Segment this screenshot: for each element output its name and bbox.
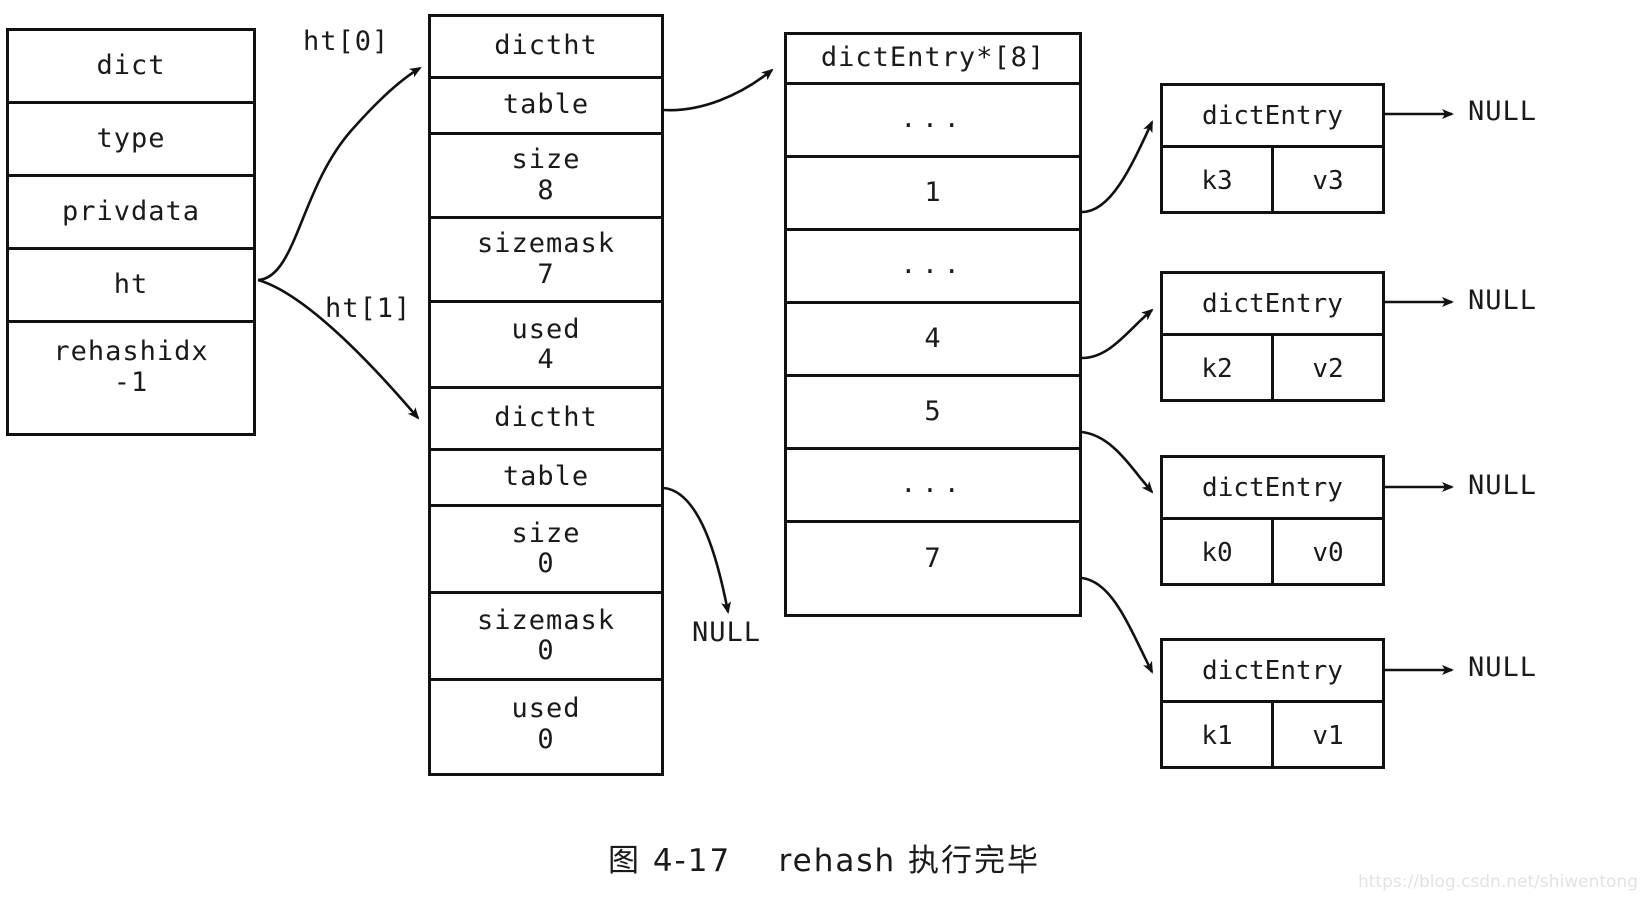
entry-next-null-label: NULL <box>1468 285 1538 316</box>
dictht0-field-used-value: 4 <box>537 344 555 375</box>
dict-field-rehashidx-value: -1 <box>113 366 149 398</box>
bucket-slot-label: ... <box>900 104 966 135</box>
dict-field-type: type <box>9 104 253 177</box>
wire-bucket7-to-entry-k1 <box>1081 576 1154 674</box>
wire-ht0-table-to-bucket <box>663 68 774 112</box>
wire-bucket1-to-entry-k3 <box>1081 120 1154 214</box>
dictht0-field-sizemask-label: sizemask <box>476 228 616 260</box>
wire-bucket5-to-entry-k0 <box>1081 430 1154 494</box>
dict-entry-value: v1 <box>1312 721 1344 751</box>
dict-entry-key: k3 <box>1163 148 1274 214</box>
dict-entry-title: dictEntry <box>1163 641 1382 703</box>
dict-title-row: dict <box>9 31 253 104</box>
ht0-pointer-label: ht[0] <box>303 26 390 57</box>
dictht0-field-table: table <box>431 79 661 135</box>
bucket-array-title: dictEntry*[8] <box>820 42 1046 74</box>
dict-entry-node: dictEntry k0 v0 <box>1160 455 1385 586</box>
entry-next-null-label: NULL <box>1468 96 1538 127</box>
dict-entry-title: dictEntry <box>1163 274 1382 336</box>
dict-field-privdata: privdata <box>9 177 253 250</box>
dict-entry-value: v0 <box>1312 538 1344 568</box>
entry-next-null-label: NULL <box>1468 652 1538 683</box>
dict-entry-kv-row: k0 v0 <box>1163 520 1382 586</box>
dictht1-field-sizemask-label: sizemask <box>476 604 616 636</box>
dict-entry-node: dictEntry k1 v1 <box>1160 638 1385 769</box>
dictht1-field-table: table <box>431 451 661 507</box>
ht1-table-null-label: NULL <box>692 617 762 648</box>
dict-field-ht-label: ht <box>113 268 149 300</box>
dictht0-field-table-label: table <box>502 89 590 121</box>
dictht0-field-size: size 8 <box>431 135 661 219</box>
dict-entry-node: dictEntry k3 v3 <box>1160 83 1385 214</box>
dictht0-field-size-value: 8 <box>537 174 555 206</box>
dictht0-field-used: used 4 <box>431 303 661 387</box>
dict-entry-key: k2 <box>1163 336 1274 402</box>
dictht0-field-size-label: size <box>511 144 581 176</box>
dictht1-field-size-label: size <box>511 517 581 549</box>
dict-entry-key: k0 <box>1163 520 1274 586</box>
dictht0-title-row: dictht <box>431 17 661 79</box>
dictht1-title: dictht <box>494 402 598 434</box>
dictht0-field-sizemask-value: 7 <box>537 258 555 290</box>
bucket-slot-ellipsis-1: ... <box>787 231 1079 304</box>
ht1-pointer-label: ht[1] <box>325 293 412 324</box>
bucket-slot-ellipsis-0: ... <box>787 85 1079 158</box>
dictht1-field-size: size 0 <box>431 507 661 594</box>
dict-entry-kv-row: k2 v2 <box>1163 336 1382 402</box>
dict-entry-key: k1 <box>1163 703 1274 769</box>
dict-entry-value: v3 <box>1312 166 1344 196</box>
dictht0-field-used-label: used <box>511 313 581 345</box>
dictht1-field-used-value: 0 <box>537 723 555 755</box>
dict-field-rehashidx-label: rehashidx <box>53 336 209 368</box>
dict-entry-kv-row: k1 v1 <box>1163 703 1382 769</box>
dictht1-field-used-label: used <box>511 693 581 725</box>
watermark-text: https://blog.csdn.net/shiwentong <box>1358 872 1638 892</box>
dict-field-ht: ht <box>9 250 253 323</box>
bucket-slot-label: ... <box>900 250 966 281</box>
bucket-slot-1: 1 <box>787 158 1079 231</box>
wire-ht1-table-to-null <box>663 486 732 614</box>
dictht0-field-sizemask: sizemask 7 <box>431 219 661 303</box>
wire-bucket4-to-entry-k2 <box>1081 308 1154 360</box>
dict-title: dict <box>96 49 166 81</box>
dictht1-field-sizemask-value: 0 <box>537 635 555 666</box>
bucket-slot-label: 1 <box>924 176 942 208</box>
bucket-slot-4: 4 <box>787 304 1079 377</box>
dictht1-field-used: used 0 <box>431 681 661 768</box>
dict-entry-kv-row: k3 v3 <box>1163 148 1382 214</box>
wire-ht0-pointer <box>257 66 422 282</box>
dict-field-rehashidx: rehashidx -1 <box>9 323 253 412</box>
dict-field-type-label: type <box>96 122 166 154</box>
dictht1-title-row: dictht <box>431 389 661 451</box>
bucket-slot-7: 7 <box>787 523 1079 596</box>
dictht1-field-table-label: table <box>502 461 590 493</box>
bucket-array-box: dictEntry*[8] ... 1 ... 4 5 ... 7 <box>784 32 1082 617</box>
dict-entry-node: dictEntry k2 v2 <box>1160 271 1385 402</box>
bucket-slot-label: 4 <box>924 322 942 354</box>
dict-struct-box: dict type privdata ht rehashidx -1 <box>6 28 256 436</box>
bucket-slot-label: 5 <box>924 395 942 427</box>
dictht1-box: dictht table size 0 sizemask 0 used 0 <box>428 386 664 776</box>
bucket-array-title-row: dictEntry*[8] <box>787 35 1079 85</box>
dict-entry-value: v2 <box>1312 354 1344 384</box>
dictht1-field-sizemask: sizemask 0 <box>431 594 661 681</box>
bucket-slot-label: ... <box>900 469 966 500</box>
dictht1-field-size-value: 0 <box>537 548 555 579</box>
bucket-slot-ellipsis-2: ... <box>787 450 1079 523</box>
dict-entry-title: dictEntry <box>1163 86 1382 148</box>
entry-next-null-label: NULL <box>1468 470 1538 501</box>
dictht0-title: dictht <box>494 30 598 62</box>
bucket-slot-label: 7 <box>924 543 942 575</box>
bucket-slot-5: 5 <box>787 377 1079 450</box>
dict-entry-title: dictEntry <box>1163 458 1382 520</box>
dict-field-privdata-label: privdata <box>61 195 201 227</box>
dictht0-box: dictht table size 8 sizemask 7 used 4 <box>428 14 664 392</box>
diagram-canvas: dict type privdata ht rehashidx -1 dicth… <box>0 0 1648 908</box>
